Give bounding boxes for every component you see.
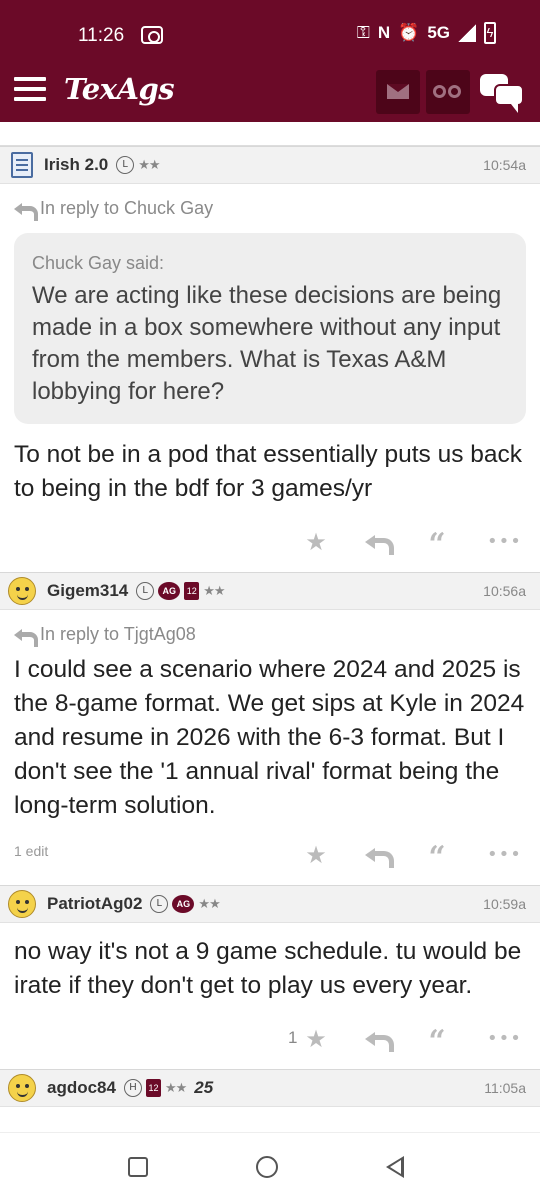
- post-time: 10:56a: [483, 583, 526, 599]
- badge-l: L: [116, 156, 135, 174]
- post-body: no way it's not a 9 game schedule. tu wo…: [14, 938, 522, 999]
- star-icon[interactable]: ★: [302, 528, 330, 556]
- stars-badge: ★★: [198, 896, 220, 912]
- binoculars-icon: [433, 85, 446, 98]
- stars-badge: ★★: [138, 157, 160, 173]
- reply-to-text: In reply to Chuck Gay: [40, 198, 214, 218]
- cast-icon: [141, 26, 163, 44]
- reply-icon[interactable]: [362, 841, 394, 869]
- user-avatar[interactable]: [8, 1074, 36, 1102]
- reply-to-text: In reply to TjgtAg08: [40, 624, 196, 644]
- badge-l: L: [150, 895, 169, 913]
- more-icon[interactable]: •••: [487, 528, 521, 556]
- status-icons: ⚿ N ⏰ 5G: [357, 22, 496, 44]
- battery-icon: [484, 22, 496, 44]
- quote-author: Chuck Gay said:: [32, 253, 165, 273]
- post-time: 10:54a: [483, 157, 526, 173]
- alarm-icon: ⏰: [398, 23, 420, 42]
- star-icon[interactable]: ★: [302, 1025, 330, 1053]
- username[interactable]: Irish 2.0: [44, 155, 108, 175]
- binoculars-lens: [448, 85, 461, 98]
- quote-icon[interactable]: “: [423, 1025, 451, 1059]
- reply-arrow-icon: [14, 201, 38, 221]
- username[interactable]: PatriotAg02: [47, 894, 142, 914]
- badge-ag: AG: [172, 895, 195, 913]
- app-header: TexAgs: [0, 58, 540, 122]
- key-icon: ⚿: [356, 23, 370, 42]
- quote-text: We are acting like these decisions are b…: [32, 282, 502, 405]
- reply-to-link[interactable]: In reply to TjgtAg08: [0, 624, 540, 647]
- mail-button[interactable]: [376, 70, 420, 114]
- recents-icon[interactable]: [128, 1157, 148, 1177]
- reply-icon[interactable]: [362, 528, 394, 556]
- edit-note[interactable]: 1 edit: [14, 843, 48, 859]
- quote-icon[interactable]: “: [423, 528, 451, 562]
- site-logo[interactable]: TexAgs: [64, 72, 175, 106]
- user-avatar[interactable]: [11, 152, 33, 178]
- back-icon[interactable]: [386, 1156, 404, 1178]
- envelope-icon: [387, 84, 409, 99]
- chat-button[interactable]: [478, 70, 526, 114]
- post-header: Irish 2.0 L ★★ 10:54a: [0, 146, 540, 184]
- like-count: 1: [288, 1028, 298, 1047]
- badge-h: H: [123, 1079, 142, 1097]
- post-time: 11:05a: [484, 1080, 526, 1096]
- thread-feed[interactable]: Irish 2.0 L ★★ 10:54a In reply to Chuck …: [0, 122, 540, 1132]
- badge-25: 25: [194, 1078, 214, 1097]
- post-body: To not be in a pod that essentially puts…: [14, 441, 523, 502]
- star-icon[interactable]: ★: [302, 841, 330, 869]
- user-avatar[interactable]: [8, 577, 36, 605]
- post-body: I could see a scenario where 2024 and 20…: [14, 656, 525, 819]
- reply-icon[interactable]: [362, 1025, 394, 1053]
- chat-icon-bubble: [494, 84, 524, 113]
- username[interactable]: agdoc84: [47, 1078, 116, 1098]
- signal-icon: [458, 24, 476, 42]
- menu-icon[interactable]: [14, 77, 46, 101]
- watchlist-button[interactable]: [426, 70, 470, 114]
- reply-arrow-icon: [14, 627, 38, 647]
- badge-ag: AG: [158, 582, 181, 600]
- post-actions: 1 edit ★ “ •••: [0, 825, 540, 885]
- user-avatar[interactable]: [8, 890, 36, 918]
- username[interactable]: Gigem314: [47, 581, 128, 601]
- post-header: Gigem314 L AG 12 ★★ 10:56a: [0, 572, 540, 610]
- post-actions: 1 ★ “ •••: [0, 1009, 540, 1069]
- post-actions: ★ “ •••: [0, 512, 540, 572]
- post: PatriotAg02 L AG ★★ 10:59a no way it's n…: [0, 885, 540, 1069]
- status-time: 11:26: [78, 25, 125, 46]
- stars-badge: ★★: [203, 583, 225, 599]
- home-icon[interactable]: [256, 1156, 278, 1178]
- badge-l: L: [136, 582, 155, 600]
- post-header: PatriotAg02 L AG ★★ 10:59a: [0, 885, 540, 923]
- quote-box: Chuck Gay said: We are acting like these…: [14, 233, 526, 424]
- stars-badge: ★★: [164, 1080, 187, 1096]
- nfc-icon: N: [377, 23, 391, 42]
- post: Irish 2.0 L ★★ 10:54a In reply to Chuck …: [0, 146, 540, 572]
- post: Gigem314 L AG 12 ★★ 10:56a In reply to T…: [0, 572, 540, 885]
- system-nav-bar: [0, 1132, 540, 1200]
- previous-post-edge: [0, 122, 540, 146]
- post-time: 10:59a: [483, 896, 526, 912]
- more-icon[interactable]: •••: [487, 841, 521, 869]
- badge-12: 12: [145, 1079, 161, 1097]
- reply-to-link[interactable]: In reply to Chuck Gay: [0, 198, 540, 221]
- network-label: 5G: [427, 23, 450, 42]
- quote-icon[interactable]: “: [423, 841, 451, 875]
- post: agdoc84 H 12 ★★ 25 11:05a: [0, 1069, 540, 1107]
- status-bar: 11:26 ⚿ N ⏰ 5G: [0, 0, 540, 58]
- more-icon[interactable]: •••: [487, 1025, 521, 1053]
- post-header: agdoc84 H 12 ★★ 25 11:05a: [0, 1069, 540, 1107]
- badge-12: 12: [184, 582, 200, 600]
